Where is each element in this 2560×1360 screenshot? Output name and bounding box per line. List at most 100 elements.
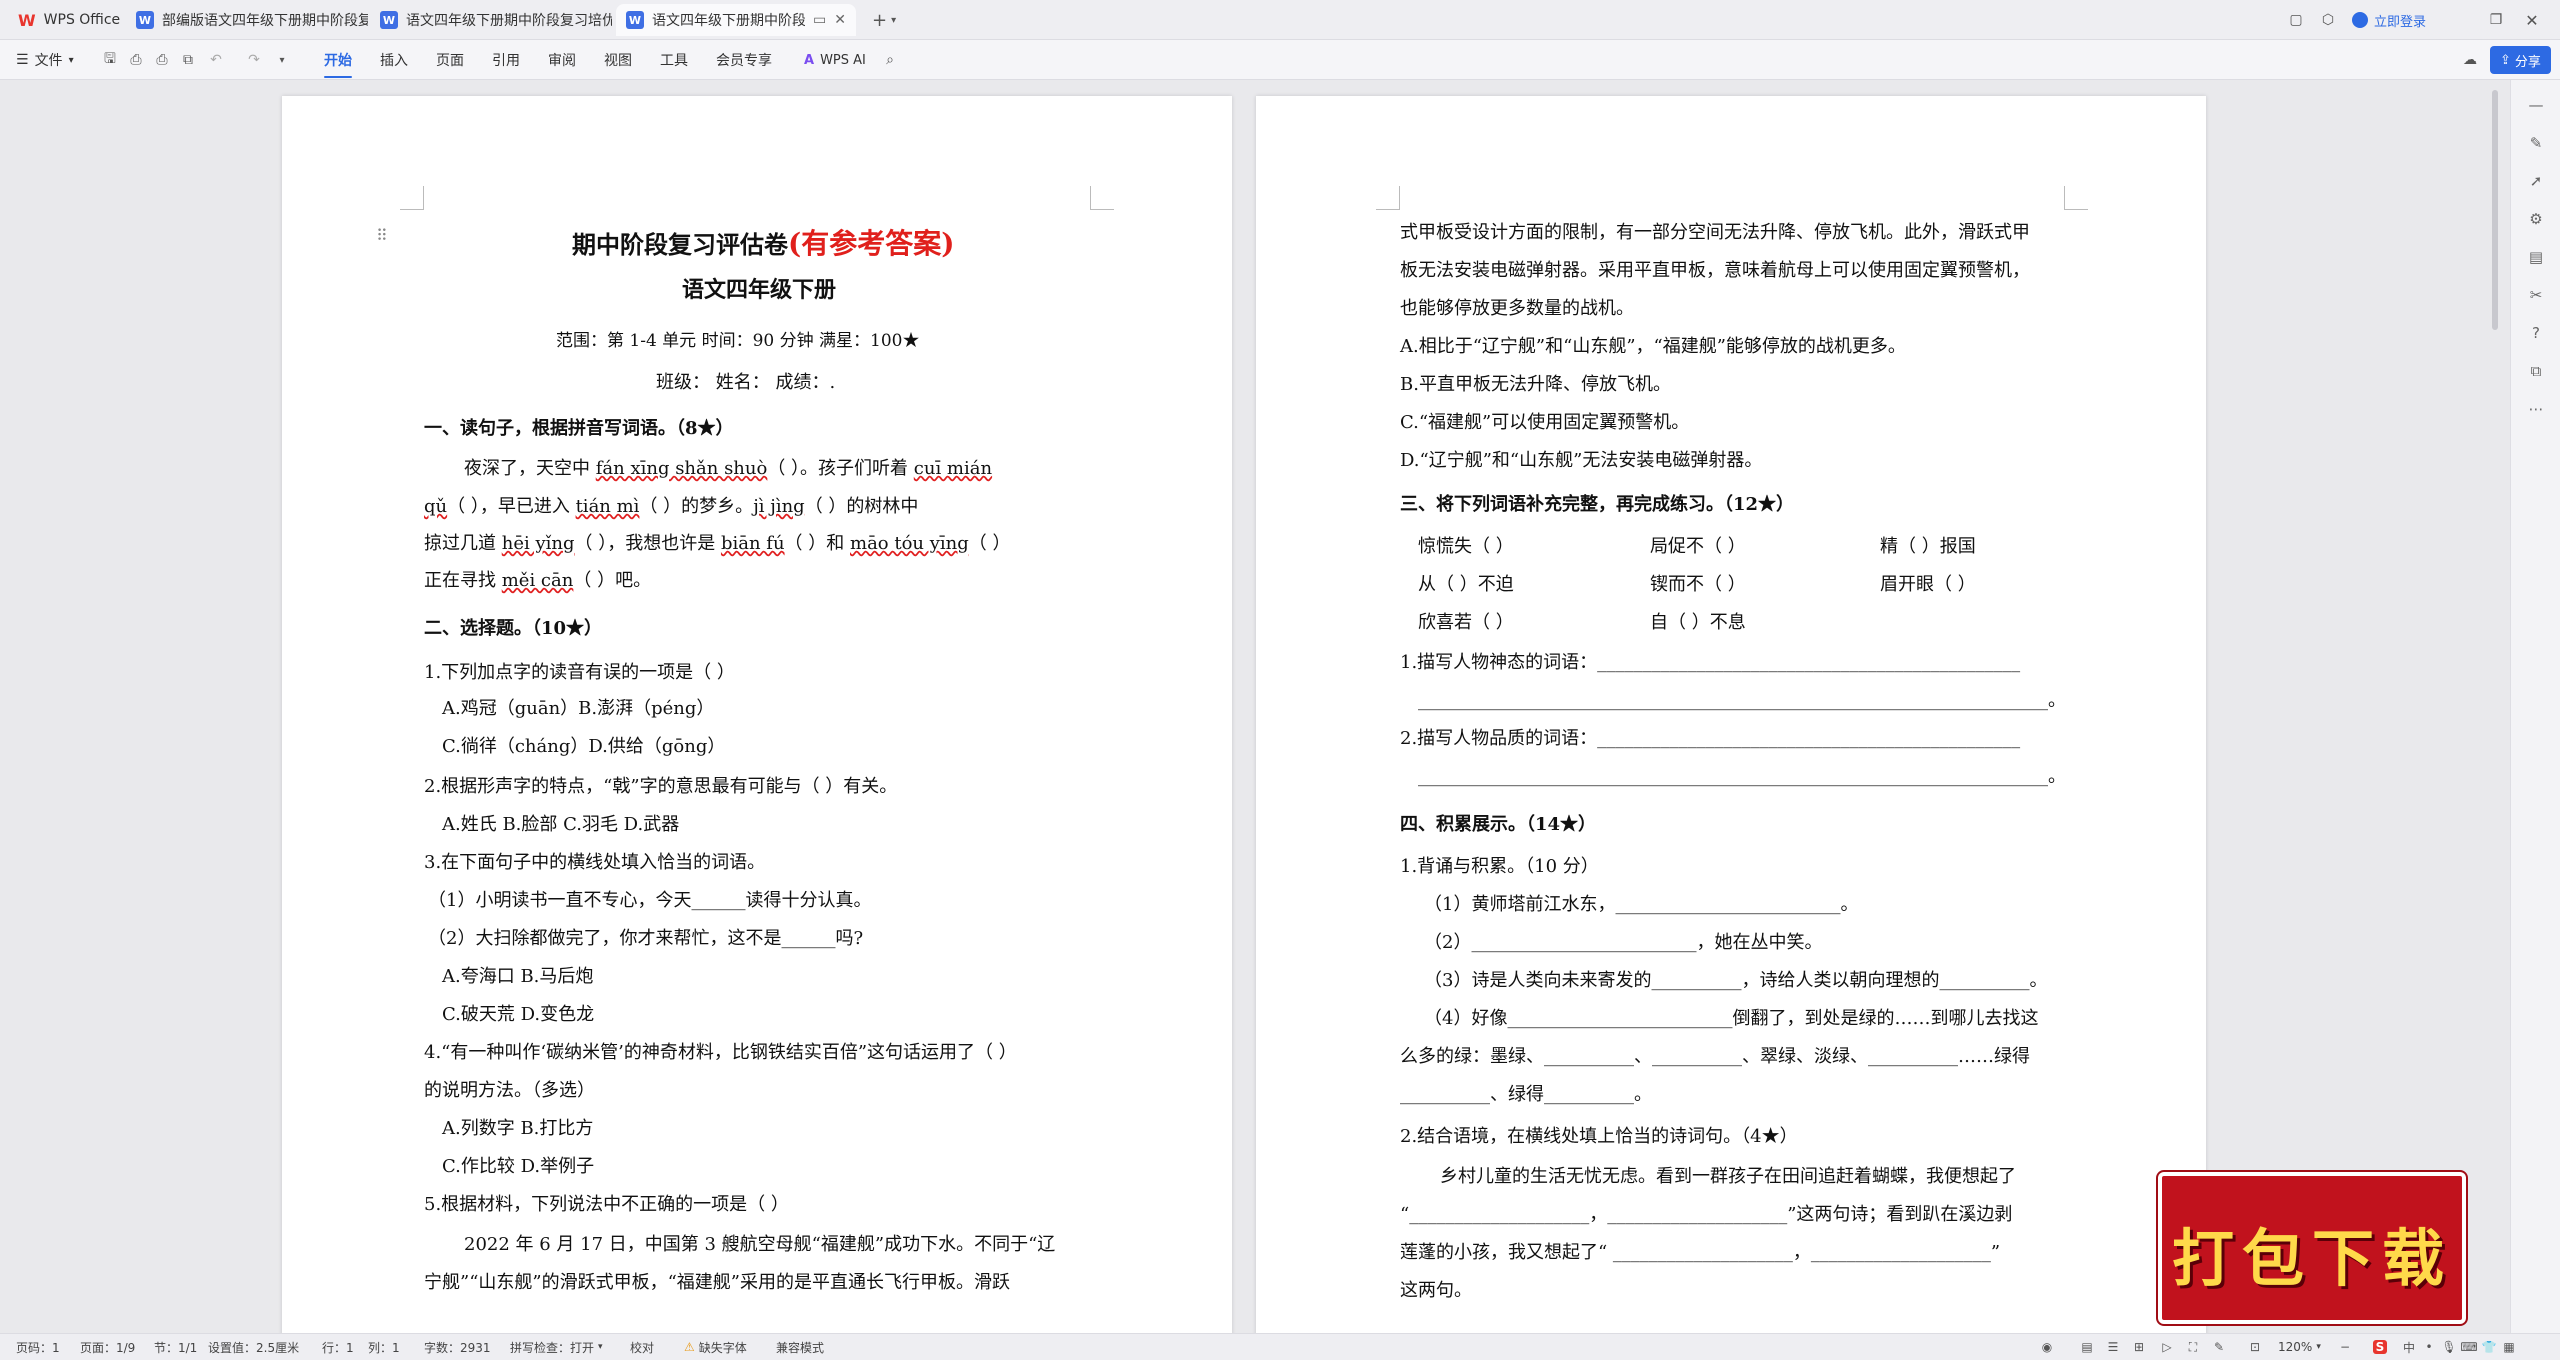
monitor-icon[interactable]: ▭ (813, 12, 826, 28)
vertical-scrollbar[interactable] (2490, 84, 2500, 1324)
s1-line-2: qǔ（ ），早已进入 tián mì（ ）的梦乡。jì jìng（ ）的树林中 (424, 496, 919, 517)
passage-line-3: 也能够停放更多数量的战机。 (1400, 298, 1634, 319)
print-icon[interactable]: ⎙ (152, 50, 172, 70)
adjust-icon[interactable]: ⚙ (2523, 206, 2549, 232)
status-row[interactable]: 行：1 (322, 1334, 354, 1360)
mic-icon[interactable]: 🎙 (2440, 1338, 2458, 1356)
word-item: 眉开眼（ ） (1880, 574, 1976, 595)
restore-window-icon[interactable]: ❐ (2486, 10, 2506, 30)
search-icon[interactable]: ⌕ (880, 50, 900, 70)
login-button[interactable]: 立即登录 (2352, 0, 2426, 40)
zoom-out-icon[interactable]: − (2336, 1338, 2354, 1356)
skin-icon[interactable]: 👕 (2480, 1338, 2498, 1356)
menu-reference[interactable]: 引用 (492, 40, 520, 80)
zoom-level[interactable]: 120% ▾ (2278, 1334, 2321, 1360)
chevron-down-icon: ▾ (2316, 1342, 2321, 1352)
status-pages[interactable]: 页面：1/9 (80, 1334, 135, 1360)
export-icon[interactable]: ⎙ (126, 50, 146, 70)
tab-label: 语文四年级下册期中阶段复习培优卷 (406, 13, 612, 29)
ime-mode-icon[interactable]: 中 (2400, 1338, 2418, 1356)
close-window-icon[interactable]: ✕ (2522, 10, 2542, 30)
option-a: A.相比于“辽宁舰”和“山东舰”，“福建舰”能够停放的战机更多。 (1400, 336, 1906, 357)
status-section[interactable]: 节：1/1 (154, 1334, 197, 1360)
file-menu[interactable]: ☰ 文件 ▾ (16, 40, 74, 80)
select-icon[interactable]: ➚ (2523, 168, 2549, 194)
tab-document-3[interactable]: W 语文四年级下册期中阶段复习… ▭ ✕ (616, 4, 856, 36)
status-missing-font[interactable]: ⚠ 缺失字体 (684, 1334, 747, 1360)
punctuation-icon[interactable]: • (2420, 1338, 2438, 1356)
option-d: D.“辽宁舰”和“山东舰”无法安装电磁弹射器。 (1400, 450, 1763, 471)
share-button[interactable]: ⇪ 分享 (2490, 46, 2551, 74)
pen-icon[interactable]: ✎ (2523, 130, 2549, 156)
recite-heading: 1.背诵与积累。（10 分） (1400, 856, 1599, 877)
question-1-options-cd: C.徜徉（cháng）D.供给（gōng） (442, 736, 726, 757)
s1-line-1: 夜深了，天空中 fán xīng shǎn shuò（ ）。孩子们听着 cuī … (464, 458, 993, 479)
eye-icon[interactable]: ◉ (2038, 1338, 2056, 1356)
chevron-down-icon[interactable]: ▾ (272, 50, 292, 70)
document-page-1: ⠿ 期中阶段复习评估卷(有参考答案) 语文四年级下册 范围：第 1-4 单元 时… (282, 96, 1232, 1336)
fit-icon[interactable]: ⊡ (2246, 1338, 2264, 1356)
passage-line-1: 式甲板受设计方面的限制，有一部分空间无法升降、停放飞机。此外，滑跃式甲 (1400, 222, 2030, 243)
close-icon[interactable]: ✕ (834, 12, 846, 28)
status-setting[interactable]: 设置值：2.5厘米 (208, 1334, 299, 1360)
drag-handle-icon[interactable]: ⠿ (376, 226, 388, 245)
ribbon: ☰ 文件 ▾ 🖫 ⎙ ⎙ ⧉ ↶ ↷ ▾ 开始 插入 页面 引用 审阅 视图 工… (0, 40, 2560, 80)
more-icon[interactable]: ⋯ (2523, 396, 2549, 422)
style-icon[interactable]: ▤ (2523, 244, 2549, 270)
download-banner[interactable]: 打包下载 (2158, 1172, 2466, 1324)
undo-icon[interactable]: ↶ (206, 50, 226, 70)
window-layout-icon[interactable]: ▢ (2286, 10, 2306, 30)
print-preview-icon[interactable]: ⧉ (178, 50, 198, 70)
collapse-icon[interactable]: — (2523, 92, 2549, 118)
help-icon[interactable]: ? (2523, 320, 2549, 346)
menu-start[interactable]: 开始 (324, 40, 352, 80)
new-tab-button[interactable]: + ▾ (862, 4, 906, 36)
ime-indicator[interactable]: S (2366, 1338, 2394, 1356)
describe-character: 2.描写人物品质的词语：____________________________… (1400, 728, 2021, 749)
outline-view-icon[interactable]: ⊞ (2130, 1338, 2148, 1356)
cloud-icon[interactable]: ☁ (2460, 50, 2480, 70)
ai-icon: A (804, 52, 815, 68)
status-column[interactable]: 列：1 (368, 1334, 400, 1360)
recite-4: （4）好像_________________________倒翻了，到处是绿的…… (1424, 1008, 2039, 1029)
status-word-count[interactable]: 字数：2931 (424, 1334, 491, 1360)
tab-wps-office[interactable]: W WPS Office (8, 4, 136, 36)
wps-ai-button[interactable]: A WPS AI (804, 40, 866, 80)
pen-mode-icon[interactable]: ✎ (2210, 1338, 2228, 1356)
tab-document-1[interactable]: W 部编版语文四年级下册期中阶段复习评… (126, 4, 368, 36)
read-mode-icon[interactable]: ⛶ (2184, 1338, 2202, 1356)
section-2-heading: 二、选择题。（10★） (424, 618, 603, 639)
document-page-2: 式甲板受设计方面的限制，有一部分空间无法升降、停放飞机。此外，滑跃式甲 板无法安… (1256, 96, 2206, 1336)
question-2: 2.根据形声字的特点，“戟”字的意思最有可能与（ ）有关。 (424, 776, 898, 797)
menu-insert[interactable]: 插入 (380, 40, 408, 80)
recite-1: （1）黄师塔前江水东，_________________________。 (1424, 894, 1859, 915)
exam-scope: 范围：第 1-4 单元 时间：90 分钟 满星：100★ (556, 331, 920, 351)
tools-icon[interactable]: ✂ (2523, 282, 2549, 308)
menu-member[interactable]: 会员专享 (716, 40, 772, 80)
crop-mark (400, 186, 424, 210)
web-view-icon[interactable]: ☰ (2104, 1338, 2122, 1356)
scrollbar-thumb[interactable] (2492, 90, 2498, 330)
toolbox-icon[interactable]: ▦ (2500, 1338, 2518, 1356)
menu-tools[interactable]: 工具 (660, 40, 688, 80)
status-proofread[interactable]: 校对 (630, 1334, 654, 1360)
page-view-icon[interactable]: ▤ (2078, 1338, 2096, 1356)
status-compat-mode[interactable]: 兼容模式 (776, 1334, 824, 1360)
redo-icon[interactable]: ↷ (244, 50, 264, 70)
save-icon[interactable]: 🖫 (100, 50, 120, 70)
menu-view[interactable]: 视图 (604, 40, 632, 80)
cube-icon[interactable]: ⬡ (2318, 10, 2338, 30)
share-label: 分享 (2514, 54, 2541, 70)
menu-page[interactable]: 页面 (436, 40, 464, 80)
status-spell-check[interactable]: 拼写检查：打开 ▾ (510, 1334, 603, 1360)
share-panel-icon[interactable]: ⧉ (2523, 358, 2549, 384)
title-main: 期中阶段复习评估卷 (572, 230, 788, 259)
describe-expression: 1.描写人物神态的词语：____________________________… (1400, 652, 2021, 673)
play-icon[interactable]: ▷ (2158, 1338, 2176, 1356)
keyboard-icon[interactable]: ⌨ (2460, 1338, 2478, 1356)
word-item: 局促不（ ） (1650, 536, 1746, 557)
menu-review[interactable]: 审阅 (548, 40, 576, 80)
question-2-options: A.姓氏 B.脸部 C.羽毛 D.武器 (442, 814, 680, 835)
tab-document-2[interactable]: W 语文四年级下册期中阶段复习培优卷 (370, 4, 612, 36)
status-page-number[interactable]: 页码：1 (16, 1334, 60, 1360)
